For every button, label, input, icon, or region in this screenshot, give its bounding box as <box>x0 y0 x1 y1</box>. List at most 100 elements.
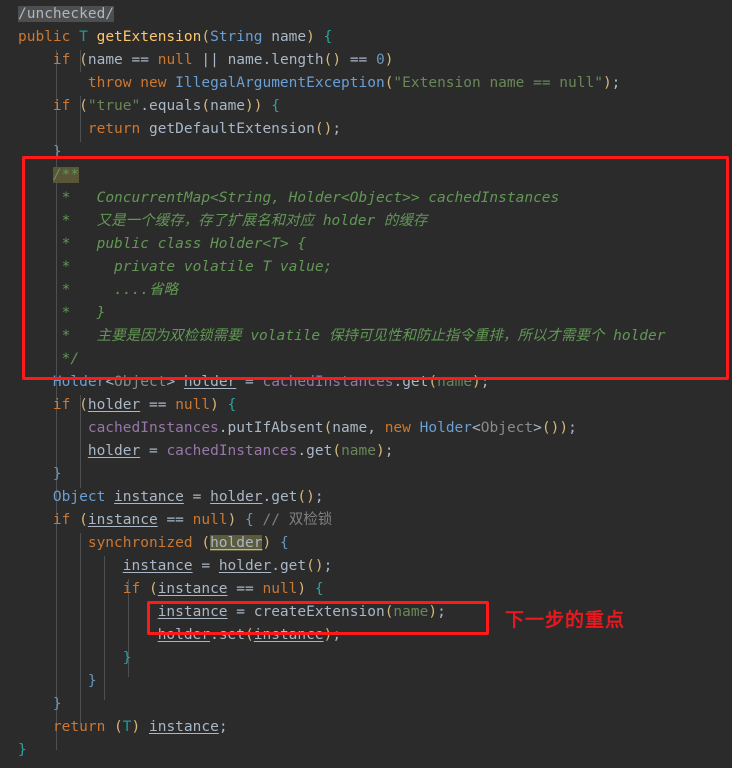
paren: ) <box>375 443 385 459</box>
code-line-29[interactable]: } <box>0 647 732 670</box>
code-line-31[interactable]: } <box>0 693 732 716</box>
literal-zero: 0 <box>376 52 385 68</box>
code-line-24[interactable]: synchronized (holder) { <box>0 532 732 555</box>
operator-eq: == <box>236 581 254 597</box>
code-line-14[interactable]: * } <box>0 302 732 325</box>
operator-eq: == <box>166 512 184 528</box>
code-line-19[interactable]: cachedInstances.putIfAbsent(name, new Ho… <box>0 417 732 440</box>
code-line-7[interactable]: } <box>0 141 732 164</box>
code-line-3[interactable]: if (name == null || name.length() == 0) <box>0 49 732 72</box>
code-editor[interactable]: /unchecked/ public T getExtension(String… <box>0 0 732 768</box>
code-line-30[interactable]: } <box>0 670 732 693</box>
code-line-13[interactable]: * ....省略 <box>0 279 732 302</box>
code-line-6[interactable]: return getDefaultExtension(); <box>0 118 732 141</box>
code-line-16[interactable]: */ <box>0 348 732 371</box>
method-name: getExtension <box>96 29 202 45</box>
generic-open: < <box>472 420 481 436</box>
brace-open: { <box>314 581 324 597</box>
paren: ) <box>262 535 272 551</box>
string-literal: "Extension name == null" <box>393 75 603 91</box>
brace-close: } <box>52 144 62 160</box>
brace-close: } <box>18 742 27 758</box>
code-line-20[interactable]: holder = cachedInstances.get(name); <box>0 440 732 463</box>
code-line-11[interactable]: * public class Holder<T> { <box>0 233 732 256</box>
javadoc-star: * <box>61 190 71 206</box>
paren: ()) <box>541 420 569 436</box>
brace-open: { <box>227 397 237 413</box>
paren: ( <box>201 98 211 114</box>
kw-null: null <box>262 581 298 597</box>
paren: () <box>306 558 324 574</box>
code-line-23[interactable]: if (instance == null) { // 双检锁 <box>0 509 732 532</box>
code-line-2[interactable]: public T getExtension(String name) { <box>0 26 732 49</box>
code-line-12[interactable]: * private volatile T value; <box>0 256 732 279</box>
javadoc-open: /** <box>52 167 80 183</box>
call-equals: equals <box>148 98 202 114</box>
var-instance: instance <box>157 604 228 620</box>
kw-null: null <box>157 52 193 68</box>
kw-if: if <box>52 98 71 114</box>
semicolon: ; <box>218 719 228 735</box>
annotation-next-step-note: 下一步的重点 <box>505 609 626 631</box>
brace-open: { <box>279 535 289 551</box>
paren: ) <box>306 29 315 45</box>
code-line-33[interactable]: } <box>0 739 732 762</box>
javadoc-text: } <box>96 305 106 321</box>
code-line-17[interactable]: Holder<Object> holder = cachedInstances.… <box>0 371 732 394</box>
operator-assign: = <box>201 558 211 574</box>
code-line-4[interactable]: throw new IllegalArgumentException("Exte… <box>0 72 732 95</box>
javadoc-star: * <box>61 328 71 344</box>
var-instance: instance <box>114 489 184 505</box>
kw-if: if <box>52 512 71 528</box>
semicolon: ; <box>480 374 490 390</box>
semicolon: ; <box>314 489 324 505</box>
generic-open: < <box>105 374 115 390</box>
kw-throw: throw <box>87 75 132 91</box>
javadoc-star: * <box>61 236 71 252</box>
code-line-10[interactable]: * 又是一个缓存，存了扩展名和对应 holder 的缓存 <box>0 210 732 233</box>
brace-close: } <box>52 696 62 712</box>
javadoc-star: * <box>61 213 71 229</box>
code-line-25[interactable]: instance = holder.get(); <box>0 555 732 578</box>
paren: ( <box>428 374 438 390</box>
operator-assign: = <box>192 489 202 505</box>
code-line-15[interactable]: * 主要是因为双检锁需要 volatile 保持可见性和防止指令重排，所以才需要… <box>0 325 732 348</box>
javadoc-close: */ <box>61 351 80 367</box>
call-get: get <box>279 558 307 574</box>
code-line-8[interactable]: /** <box>0 164 732 187</box>
code-line-26[interactable]: if (instance == null) { <box>0 578 732 601</box>
javadoc-text: 又是一个缓存，存了扩展名和对应 holder 的缓存 <box>96 213 428 229</box>
paren: ( <box>114 719 123 735</box>
code-line-5[interactable]: if ("true".equals(name)) { <box>0 95 732 118</box>
code-line-21[interactable]: } <box>0 463 732 486</box>
paren: () <box>323 52 342 68</box>
call-createExtension: createExtension <box>253 604 385 620</box>
call-get: get <box>306 443 333 459</box>
code-line-18[interactable]: if (holder == null) { <box>0 394 732 417</box>
operator-assign: = <box>236 604 245 620</box>
code-line-22[interactable]: Object instance = holder.get(); <box>0 486 732 509</box>
semicolon: ; <box>332 627 342 643</box>
var-instance: instance <box>157 581 228 597</box>
paren: () <box>314 121 333 137</box>
kw-if: if <box>52 52 71 68</box>
paren: ( <box>79 98 88 114</box>
generic-close: > <box>533 420 542 436</box>
call-get: get <box>402 374 429 390</box>
brace-close: } <box>52 466 62 482</box>
kw-synchronized: synchronized <box>87 535 193 551</box>
operator-assign: = <box>148 443 158 459</box>
code-line-1[interactable]: /unchecked/ <box>0 3 732 26</box>
semicolon: ; <box>384 443 394 459</box>
var-instance: instance <box>148 719 219 735</box>
code-line-32[interactable]: return (T) instance; <box>0 716 732 739</box>
operator-assign: = <box>245 374 254 390</box>
paren: ( <box>79 512 88 528</box>
var-holder: holder <box>183 374 237 390</box>
type-Object: Object <box>52 489 106 505</box>
paren: ( <box>148 581 158 597</box>
paren: ( <box>245 627 254 643</box>
semicolon: ; <box>568 420 577 436</box>
javadoc-star: * <box>61 259 71 275</box>
code-line-9[interactable]: * ConcurrentMap<String, Holder<Object>> … <box>0 187 732 210</box>
